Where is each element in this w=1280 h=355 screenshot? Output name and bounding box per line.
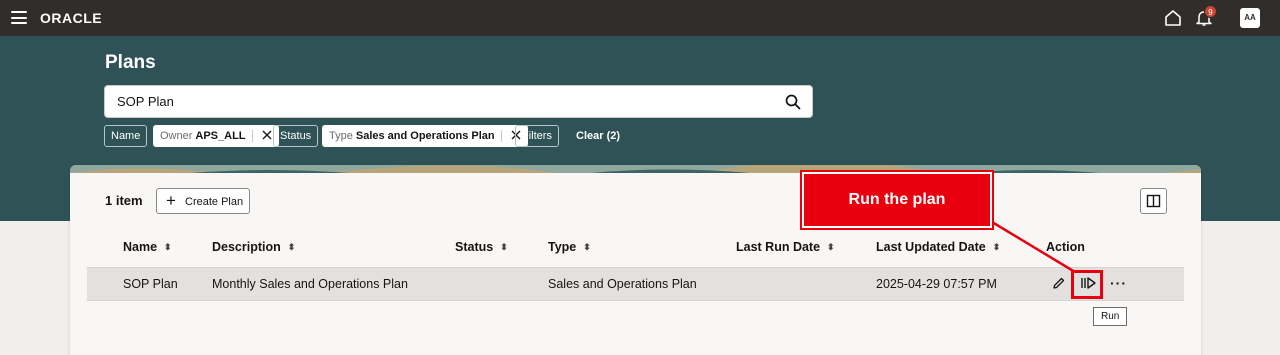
filter-chip-name[interactable]: Name [104, 125, 148, 147]
filter-chip-key: Type [329, 130, 353, 142]
menu-icon[interactable] [11, 11, 27, 24]
home-icon[interactable] [1164, 9, 1182, 27]
close-icon[interactable] [262, 130, 272, 140]
results-panel: 1 item + Create Plan Name ⬍ Description ⬍ … [70, 165, 1201, 355]
top-bar: ORACLE 9 AA [0, 0, 1280, 36]
decorative-banner [70, 165, 1201, 173]
page-title: Plans [105, 52, 156, 73]
cell-type: Sales and Operations Plan [548, 277, 697, 291]
sort-icon[interactable]: ⬍ [288, 242, 296, 253]
column-header-last-updated-date[interactable]: Last Updated Date ⬍ [876, 240, 1000, 254]
filter-chip-label: Name [111, 130, 141, 142]
column-header-type[interactable]: Type ⬍ [548, 240, 591, 254]
more-actions-icon[interactable]: ··· [1110, 275, 1127, 291]
column-header-last-run-date[interactable]: Last Run Date ⬍ [736, 240, 835, 254]
sort-icon[interactable]: ⬍ [500, 242, 508, 253]
notifications-button[interactable]: 9 [1195, 5, 1217, 28]
divider [251, 130, 253, 143]
cell-last-updated-date: 2025-04-29 07:57 PM [876, 277, 997, 291]
filter-chip-key: Owner [160, 130, 193, 142]
filter-chip-owner[interactable]: Owner APS_ALL [153, 125, 279, 147]
oracle-logo[interactable]: ORACLE [40, 10, 102, 26]
filter-chip-label: Status [280, 130, 312, 142]
notification-badge: 9 [1204, 5, 1217, 18]
item-count: 1 item [105, 193, 143, 208]
user-avatar[interactable]: AA [1240, 8, 1260, 28]
divider [500, 130, 502, 143]
filters-button[interactable]: Filters [515, 125, 559, 147]
clear-filters-link[interactable]: Clear (2) [576, 130, 620, 142]
filter-chip-value: Sales and Operations Plan [355, 130, 495, 142]
column-header-action: Action [1046, 240, 1085, 254]
sort-icon[interactable]: ⬍ [827, 242, 835, 253]
run-tooltip: Run [1093, 307, 1128, 326]
sort-icon[interactable]: ⬍ [583, 242, 591, 253]
sort-icon[interactable]: ⬍ [164, 242, 172, 253]
filter-chip-status[interactable]: Status [273, 125, 319, 147]
callout-run-the-plan: Run the plan [800, 170, 994, 230]
search-field[interactable] [104, 85, 813, 118]
column-header-name[interactable]: Name ⬍ [123, 240, 172, 254]
search-input[interactable] [117, 94, 757, 109]
cell-description: Monthly Sales and Operations Plan [212, 277, 408, 291]
column-header-description[interactable]: Description ⬍ [212, 240, 295, 254]
run-button-highlight [1071, 270, 1103, 299]
panel-toggle-button[interactable] [1140, 188, 1167, 214]
filter-chip-value: APS_ALL [195, 130, 246, 142]
sort-icon[interactable]: ⬍ [993, 242, 1001, 253]
column-header-status[interactable]: Status ⬍ [455, 240, 508, 254]
filters-button-label: Filters [522, 130, 552, 142]
create-plan-label: Create Plan [185, 196, 244, 208]
cell-name[interactable]: SOP Plan [123, 277, 178, 291]
split-panel-icon [1146, 194, 1161, 208]
plus-icon: + [166, 191, 176, 210]
create-plan-button[interactable]: + Create Plan [156, 188, 250, 214]
filter-chip-type[interactable]: Type Sales and Operations Plan [322, 125, 528, 147]
edit-icon[interactable] [1052, 276, 1066, 290]
search-icon[interactable] [785, 94, 801, 110]
